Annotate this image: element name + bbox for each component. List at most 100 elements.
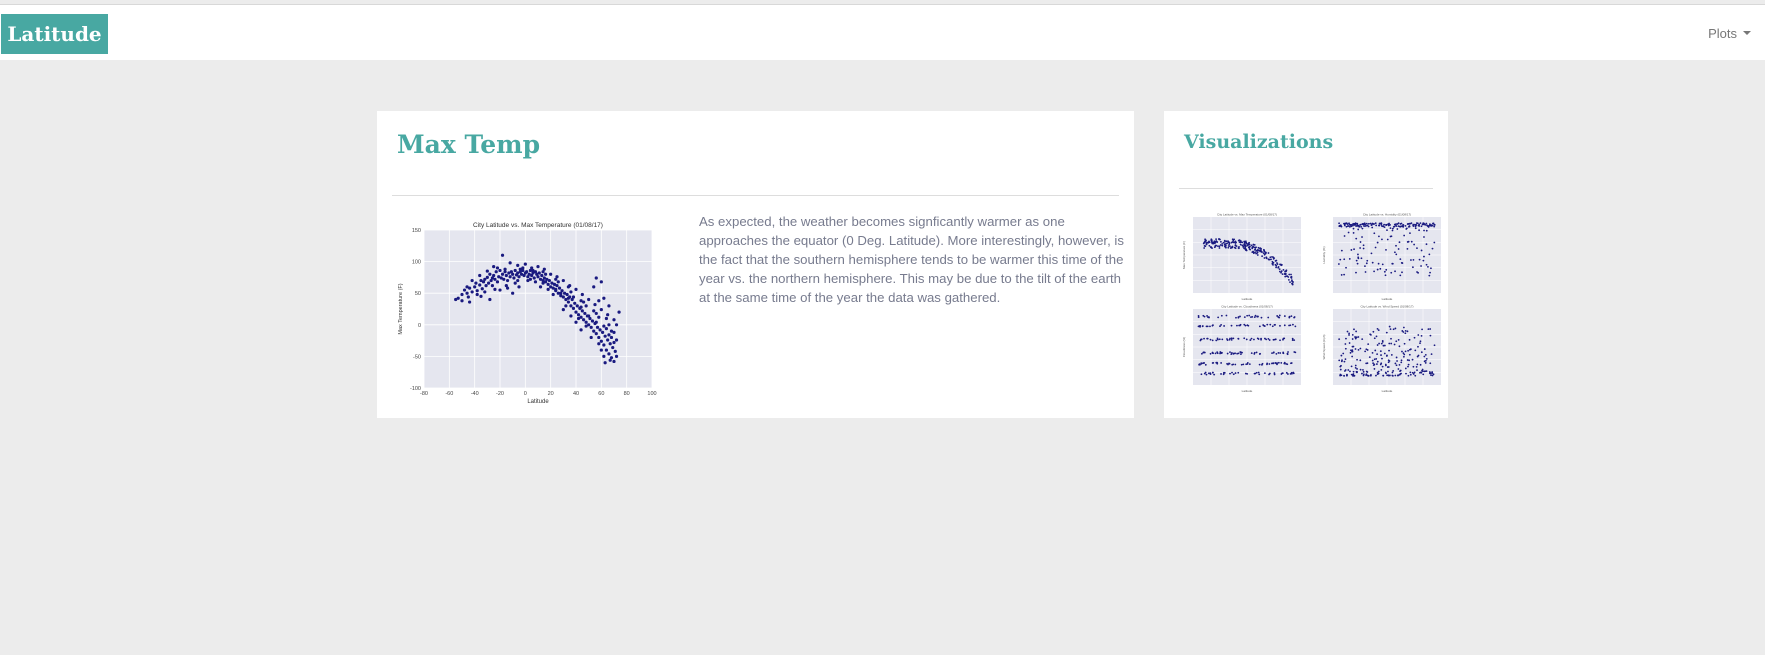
thumb-point bbox=[1249, 339, 1252, 341]
visualizations-title: Visualizations bbox=[1184, 131, 1334, 153]
thumb-point bbox=[1348, 332, 1350, 335]
thumb-point bbox=[1289, 281, 1291, 284]
thumb-point bbox=[1219, 352, 1221, 355]
thumb-point bbox=[1402, 224, 1405, 226]
thumb-point bbox=[1405, 228, 1408, 230]
thumb-point bbox=[1216, 245, 1219, 247]
thumb-point bbox=[1428, 372, 1431, 375]
thumb-point bbox=[1215, 244, 1217, 247]
scatter-point bbox=[541, 281, 545, 285]
thumb-point bbox=[1373, 223, 1375, 225]
thumb-point bbox=[1381, 225, 1383, 228]
thumbnail-chart: City Latitude vs. Cloudiness (01/08/17) L… bbox=[1182, 305, 1301, 393]
thumb-point bbox=[1353, 223, 1356, 226]
scatter-point bbox=[580, 309, 584, 313]
thumb-point bbox=[1362, 247, 1365, 250]
thumbnail-max-temp[interactable]: City Latitude vs. Max Temperature (01/08… bbox=[1179, 211, 1305, 305]
thumb-point bbox=[1211, 339, 1214, 342]
thumb-point bbox=[1408, 223, 1410, 225]
thumb-point bbox=[1203, 337, 1205, 340]
thumbnail-chart: City Latitude vs. Humidity (01/08/17) Lat… bbox=[1322, 213, 1441, 301]
y-tick-label: 50 bbox=[415, 291, 421, 297]
thumb-point bbox=[1412, 258, 1415, 261]
thumb-point bbox=[1203, 247, 1206, 249]
thumb-point bbox=[1286, 275, 1288, 278]
scatter-point bbox=[465, 291, 469, 295]
thumb-point bbox=[1257, 371, 1260, 374]
thumb-point bbox=[1199, 325, 1201, 328]
scatter-point bbox=[511, 272, 515, 276]
thumb-point bbox=[1270, 258, 1272, 261]
thumb-point bbox=[1294, 325, 1297, 328]
thumb-point bbox=[1278, 268, 1281, 271]
thumb-point bbox=[1263, 257, 1266, 259]
thumb-point bbox=[1425, 263, 1428, 266]
thumb-point bbox=[1202, 362, 1204, 365]
thumb-point bbox=[1402, 331, 1405, 333]
thumb-point bbox=[1281, 273, 1284, 275]
thumb-point bbox=[1381, 365, 1384, 368]
thumb-point bbox=[1411, 358, 1414, 361]
thumb-point bbox=[1352, 232, 1355, 234]
thumb-point bbox=[1252, 243, 1255, 246]
thumb-point bbox=[1390, 342, 1393, 345]
scatter-point bbox=[528, 277, 532, 281]
scatter-point bbox=[584, 324, 588, 328]
brand-logo-link[interactable]: Latitude bbox=[1, 14, 108, 54]
thumb-point bbox=[1427, 328, 1430, 331]
thumb-point bbox=[1262, 248, 1265, 251]
scatter-point bbox=[511, 291, 515, 295]
thumb-point bbox=[1401, 271, 1403, 274]
scatter-point bbox=[500, 253, 505, 257]
thumb-point bbox=[1349, 351, 1352, 354]
thumb-point bbox=[1248, 242, 1250, 244]
scatter-point bbox=[602, 324, 606, 328]
thumb-y-label: Cloudiness (%) bbox=[1182, 337, 1186, 357]
y-tick-label: 100 bbox=[412, 260, 421, 266]
thumb-point bbox=[1398, 363, 1401, 366]
thumb-point bbox=[1368, 356, 1371, 359]
thumb-point bbox=[1264, 337, 1266, 340]
plots-dropdown-toggle[interactable]: Plots bbox=[1708, 26, 1751, 41]
thumb-point bbox=[1223, 371, 1226, 374]
thumb-point bbox=[1406, 247, 1409, 250]
thumb-point bbox=[1349, 225, 1351, 228]
scatter-point bbox=[599, 280, 603, 284]
thumb-point bbox=[1340, 364, 1342, 367]
thumb-point bbox=[1211, 324, 1214, 327]
y-tick-label: 150 bbox=[412, 228, 421, 234]
x-tick-label: -20 bbox=[496, 391, 504, 397]
thumb-point bbox=[1241, 241, 1244, 244]
thumb-point bbox=[1384, 274, 1387, 277]
thumb-point bbox=[1226, 339, 1229, 342]
scatter-point bbox=[576, 313, 581, 317]
thumb-point bbox=[1431, 371, 1434, 373]
thumb-point bbox=[1394, 374, 1397, 377]
thumb-point bbox=[1400, 222, 1403, 225]
scatter-point bbox=[604, 348, 608, 352]
thumb-point bbox=[1413, 371, 1416, 374]
thumb-point bbox=[1227, 246, 1230, 249]
thumb-point bbox=[1220, 362, 1223, 364]
x-tick-label: -40 bbox=[471, 391, 479, 397]
thumb-point bbox=[1264, 252, 1267, 255]
thumb-point bbox=[1260, 338, 1262, 341]
thumb-point bbox=[1247, 324, 1250, 327]
thumb-point bbox=[1245, 245, 1247, 247]
thumb-point bbox=[1283, 337, 1286, 340]
scatter-point bbox=[484, 284, 488, 288]
scatter-point bbox=[602, 296, 606, 300]
thumb-point bbox=[1271, 262, 1274, 265]
thumb-point bbox=[1383, 352, 1386, 355]
scatter-point bbox=[547, 278, 551, 283]
thumb-point bbox=[1425, 243, 1428, 246]
scatter-point bbox=[587, 297, 591, 302]
thumbnail-wind-speed[interactable]: City Latitude vs. Wind Speed (01/08/17) L… bbox=[1319, 303, 1445, 397]
thumb-x-label: Latitude bbox=[1242, 389, 1253, 393]
thumb-y-label: Wind Speed (mph) bbox=[1322, 334, 1326, 359]
thumb-point bbox=[1228, 362, 1231, 365]
thumbnail-humidity[interactable]: City Latitude vs. Humidity (01/08/17) Lat… bbox=[1319, 211, 1445, 305]
thumbnail-cloudiness[interactable]: City Latitude vs. Cloudiness (01/08/17) L… bbox=[1179, 303, 1305, 397]
thumb-point bbox=[1416, 363, 1419, 366]
thumb-point bbox=[1402, 225, 1404, 228]
